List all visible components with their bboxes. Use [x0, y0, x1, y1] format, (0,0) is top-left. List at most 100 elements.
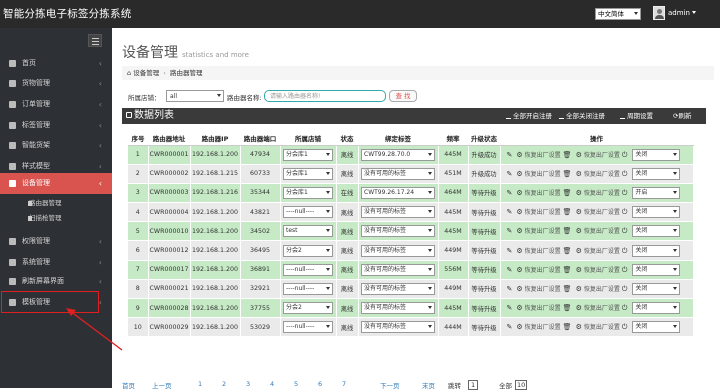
- page-link[interactable]: 6: [318, 380, 322, 388]
- reset-icon[interactable]: ⚙: [576, 208, 582, 216]
- delete-icon[interactable]: 🗑: [563, 266, 572, 274]
- reset-icon[interactable]: ⚙: [576, 151, 582, 159]
- delete-icon[interactable]: 🗑: [563, 247, 572, 255]
- edit-icon[interactable]: ✎: [507, 151, 513, 159]
- shop-select[interactable]: 分会库1: [283, 148, 333, 161]
- factory-reset-button[interactable]: 恢复出厂设置: [584, 228, 620, 235]
- factory-reset-button[interactable]: 恢复出厂设置: [525, 190, 561, 197]
- reset-icon[interactable]: ⚙: [516, 151, 522, 159]
- power-icon[interactable]: ⏻: [622, 189, 628, 198]
- sidebar-item-system[interactable]: 系统管理 ‹: [0, 252, 112, 273]
- bound-tag-select[interactable]: 没有可用的标签: [361, 167, 435, 180]
- edit-icon[interactable]: ✎: [507, 247, 513, 255]
- reset-icon[interactable]: ⚙: [516, 227, 522, 235]
- delete-icon[interactable]: 🗑: [563, 189, 572, 197]
- power-icon[interactable]: ⏻: [622, 323, 628, 332]
- power-icon[interactable]: ⏻: [622, 227, 628, 236]
- delete-icon[interactable]: 🗑: [563, 304, 572, 312]
- bound-tag-select[interactable]: 没有可用的标签: [361, 263, 435, 276]
- factory-reset-button[interactable]: 恢复出厂设置: [584, 171, 620, 178]
- bound-tag-select[interactable]: 没有可用的标签: [361, 244, 435, 257]
- reset-icon[interactable]: ⚙: [516, 304, 522, 312]
- sidebar-item-tags[interactable]: 标签管理 ‹: [0, 115, 112, 136]
- bound-tag-select[interactable]: 没有可用的标签: [361, 302, 435, 315]
- sidebar-subitem-scanners[interactable]: 扫描枪管理: [0, 212, 112, 225]
- sidebar-item-orders[interactable]: 订单管理 ‹: [0, 94, 112, 115]
- sidebar-item-home[interactable]: 首页 ‹: [0, 53, 112, 74]
- factory-reset-button[interactable]: 恢复出厂设置: [525, 267, 561, 274]
- page-link[interactable]: 3: [246, 380, 250, 388]
- factory-reset-button[interactable]: 恢复出厂设置: [584, 324, 620, 331]
- shop-select[interactable]: 分会2: [283, 244, 333, 257]
- power-icon[interactable]: ⏻: [622, 285, 628, 294]
- reset-icon[interactable]: ⚙: [516, 247, 522, 255]
- edit-icon[interactable]: ✎: [507, 323, 513, 331]
- cycle-settings-button[interactable]: 周期设置: [620, 111, 653, 121]
- edit-icon[interactable]: ✎: [507, 266, 513, 274]
- factory-reset-button[interactable]: 恢复出厂设置: [584, 190, 620, 197]
- page-link[interactable]: 1: [198, 380, 202, 388]
- reset-icon[interactable]: ⚙: [576, 266, 582, 274]
- reset-icon[interactable]: ⚙: [576, 285, 582, 293]
- first-page-link[interactable]: 首页: [122, 380, 135, 390]
- factory-reset-button[interactable]: 恢复出厂设置: [525, 248, 561, 255]
- reset-icon[interactable]: ⚙: [576, 189, 582, 197]
- page-link[interactable]: 2: [222, 380, 226, 388]
- delete-icon[interactable]: 🗑: [563, 151, 572, 159]
- registration-mode-select[interactable]: 关闭: [632, 225, 681, 238]
- reset-icon[interactable]: ⚙: [576, 227, 582, 235]
- next-page-link[interactable]: 下一页: [380, 380, 400, 390]
- page-link[interactable]: 5: [294, 380, 298, 388]
- shop-select[interactable]: ----null----: [283, 321, 333, 334]
- bound-tag-select[interactable]: 没有可用的标签: [361, 225, 435, 238]
- edit-icon[interactable]: ✎: [507, 208, 513, 216]
- factory-reset-button[interactable]: 恢复出厂设置: [584, 248, 620, 255]
- bound-tag-select[interactable]: CWT99.26.17.24: [361, 186, 435, 199]
- delete-icon[interactable]: 🗑: [563, 170, 572, 178]
- reset-icon[interactable]: ⚙: [576, 170, 582, 178]
- shop-select[interactable]: 分会库1: [283, 167, 333, 180]
- edit-icon[interactable]: ✎: [507, 189, 513, 197]
- factory-reset-button[interactable]: 恢复出厂设置: [584, 209, 620, 216]
- sidebar-item-devices[interactable]: 设备管理 ‹: [0, 173, 112, 194]
- factory-reset-button[interactable]: 恢复出厂设置: [584, 286, 620, 293]
- delete-icon[interactable]: 🗑: [563, 208, 572, 216]
- reset-icon[interactable]: ⚙: [516, 189, 522, 197]
- power-icon[interactable]: ⏻: [622, 170, 628, 179]
- registration-mode-select[interactable]: 关闭: [632, 321, 681, 334]
- factory-reset-button[interactable]: 恢复出厂设置: [525, 305, 561, 312]
- bound-tag-select[interactable]: 没有可用的标签: [361, 282, 435, 295]
- registration-mode-select[interactable]: 开启: [632, 186, 681, 199]
- bound-tag-select[interactable]: 没有可用的标签: [361, 206, 435, 219]
- shop-select[interactable]: all: [166, 90, 224, 102]
- enable-all-registration-button[interactable]: 全部开启注册: [506, 111, 552, 121]
- breadcrumb-home[interactable]: 设备管理: [133, 69, 159, 77]
- sidebar-subitem-routers[interactable]: 路由器管理: [0, 197, 112, 210]
- menu-toggle-icon[interactable]: [88, 34, 102, 47]
- user-menu[interactable]: admin: [668, 9, 696, 17]
- power-icon[interactable]: ⏻: [622, 208, 628, 217]
- disable-all-registration-button[interactable]: 全部关闭注册: [559, 111, 605, 121]
- prev-page-link[interactable]: 上一页: [152, 380, 172, 390]
- factory-reset-button[interactable]: 恢复出厂设置: [525, 152, 561, 159]
- factory-reset-button[interactable]: 恢复出厂设置: [584, 305, 620, 312]
- edit-icon[interactable]: ✎: [507, 285, 513, 293]
- reset-icon[interactable]: ⚙: [516, 323, 522, 331]
- sidebar-item-permissions[interactable]: 权限管理 ‹: [0, 231, 112, 252]
- reset-icon[interactable]: ⚙: [516, 266, 522, 274]
- shop-select[interactable]: 分会2: [283, 302, 333, 315]
- factory-reset-button[interactable]: 恢复出厂设置: [525, 171, 561, 178]
- factory-reset-button[interactable]: 恢复出厂设置: [525, 228, 561, 235]
- reset-icon[interactable]: ⚙: [576, 323, 582, 331]
- power-icon[interactable]: ⏻: [622, 151, 628, 160]
- bound-tag-select[interactable]: CWT99.28.70.0: [361, 148, 435, 161]
- edit-icon[interactable]: ✎: [507, 304, 513, 312]
- registration-mode-select[interactable]: 关闭: [632, 282, 681, 295]
- registration-mode-select[interactable]: 关闭: [632, 167, 681, 180]
- reset-icon[interactable]: ⚙: [576, 304, 582, 312]
- reset-icon[interactable]: ⚙: [576, 247, 582, 255]
- registration-mode-select[interactable]: 关闭: [632, 244, 681, 257]
- reset-icon[interactable]: ⚙: [516, 208, 522, 216]
- reset-icon[interactable]: ⚙: [516, 170, 522, 178]
- factory-reset-button[interactable]: 恢复出厂设置: [525, 286, 561, 293]
